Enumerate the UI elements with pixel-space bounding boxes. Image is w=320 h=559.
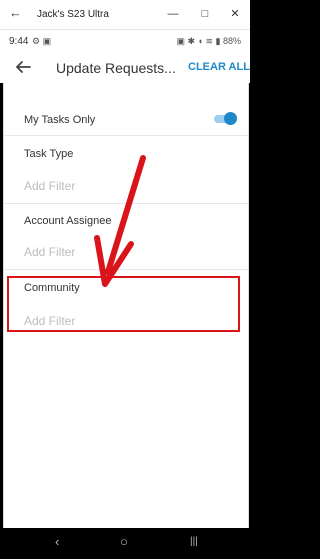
community-highlight-box <box>7 276 240 332</box>
page-title: Update Requests... <box>56 60 176 76</box>
close-icon[interactable]: ✕ <box>226 5 244 23</box>
status-system-icons: ▣ ✱ ◖ ≋ ▮ 88% <box>176 36 241 47</box>
nav-home-icon[interactable]: ○ <box>120 534 128 549</box>
task-type-label: Task Type <box>24 148 74 160</box>
status-notification-icons: ⚙ ▣ <box>32 36 52 46</box>
phone-status-bar: 9:44 ⚙ ▣ ▣ ✱ ◖ ≋ ▮ 88% <box>0 29 250 54</box>
status-system-glyphs: ▣ ✱ ◖ ≋ ▮ <box>176 36 221 46</box>
nav-recents-icon[interactable]: ||| <box>190 536 198 547</box>
account-assignee-add-filter[interactable]: Add Filter <box>24 245 75 259</box>
nav-back-icon[interactable]: ‹ <box>55 534 59 549</box>
app-header: Update Requests... CLEAR ALL <box>0 53 250 83</box>
battery-level: 88% <box>222 36 241 46</box>
account-assignee-label: Account Assignee <box>24 215 112 227</box>
minimize-icon[interactable]: — <box>164 5 182 23</box>
toggle-knob <box>224 112 237 125</box>
maximize-icon[interactable]: □ <box>196 5 214 23</box>
divider <box>4 269 248 270</box>
back-icon[interactable]: ← <box>9 6 23 20</box>
my-tasks-toggle[interactable] <box>214 112 237 125</box>
task-type-add-filter[interactable]: Add Filter <box>24 179 75 193</box>
divider <box>4 135 248 136</box>
status-time: 9:44 <box>9 36 29 47</box>
android-nav-bar: ‹ ○ ||| <box>3 528 247 556</box>
divider <box>4 203 248 204</box>
back-arrow-icon[interactable] <box>13 57 33 77</box>
window-title: Jack's S23 Ultra <box>37 9 109 20</box>
clear-all-button[interactable]: CLEAR ALL <box>188 61 250 73</box>
device-frame: ← Jack's S23 Ultra — □ ✕ 9:44 ⚙ ▣ ▣ ✱ ◖ … <box>0 0 250 559</box>
window-title-bar: ← Jack's S23 Ultra — □ ✕ <box>0 0 250 29</box>
my-tasks-label: My Tasks Only <box>24 114 96 126</box>
